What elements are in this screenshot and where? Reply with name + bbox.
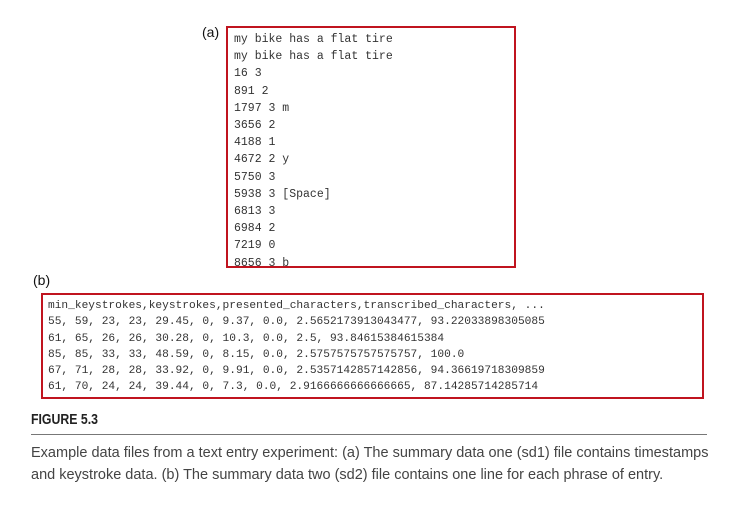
sd2-line: 55, 59, 23, 23, 29.45, 0, 9.37, 0.0, 2.5… xyxy=(48,316,545,329)
sd2-line: 61, 65, 26, 26, 30.28, 0, 10.3, 0.0, 2.5… xyxy=(48,332,445,345)
panel-a-lines: my bike has a flat tire my bike has a fla… xyxy=(234,31,393,272)
sd1-line: 6984 2 xyxy=(234,222,276,236)
sd1-line: 6813 3 xyxy=(234,205,276,219)
figure-rule xyxy=(31,434,707,435)
panel-b-lines: min_keystrokes,keystrokes,presented_char… xyxy=(48,298,545,396)
sd2-line: 61, 70, 24, 24, 39.44, 0, 7.3, 0.0, 2.91… xyxy=(48,381,539,394)
sd1-line: 1797 3 m xyxy=(234,101,290,115)
panel-b-label: (b) xyxy=(33,272,51,288)
sd2-line: 67, 71, 28, 28, 33.92, 0, 9.91, 0.0, 2.5… xyxy=(48,365,545,378)
figure-title: FIGURE 5.3 xyxy=(31,411,98,428)
sd1-line: 7219 0 xyxy=(234,239,276,253)
sd1-line: 4188 1 xyxy=(234,136,276,150)
panel-a-box: my bike has a flat tire my bike has a fla… xyxy=(226,26,516,270)
sd1-line: 8656 3 b xyxy=(234,256,290,270)
sd2-line: min_keystrokes,keystrokes,presented_char… xyxy=(48,300,545,312)
figure-caption: Example data files from a text entry exp… xyxy=(31,445,709,483)
sd1-line: 891 2 xyxy=(234,84,269,98)
sd1-line: 3656 2 xyxy=(234,119,276,133)
sd1-line: 4672 2 y xyxy=(234,153,290,167)
sd1-line: my bike has a flat tire xyxy=(234,50,393,64)
sd1-line: 5750 3 xyxy=(234,170,276,184)
sd1-line: 16 3 xyxy=(234,67,262,81)
sd1-line: my bike has a flat tire xyxy=(234,33,393,46)
panel-b-box: min_keystrokes,keystrokes,presented_char… xyxy=(41,293,704,399)
sd2-line: 85, 85, 33, 33, 48.59, 0, 8.15, 0.0, 2.5… xyxy=(48,348,465,361)
sd1-line: 5938 3 [Space] xyxy=(234,187,331,201)
panel-a-label: (a) xyxy=(202,24,220,40)
